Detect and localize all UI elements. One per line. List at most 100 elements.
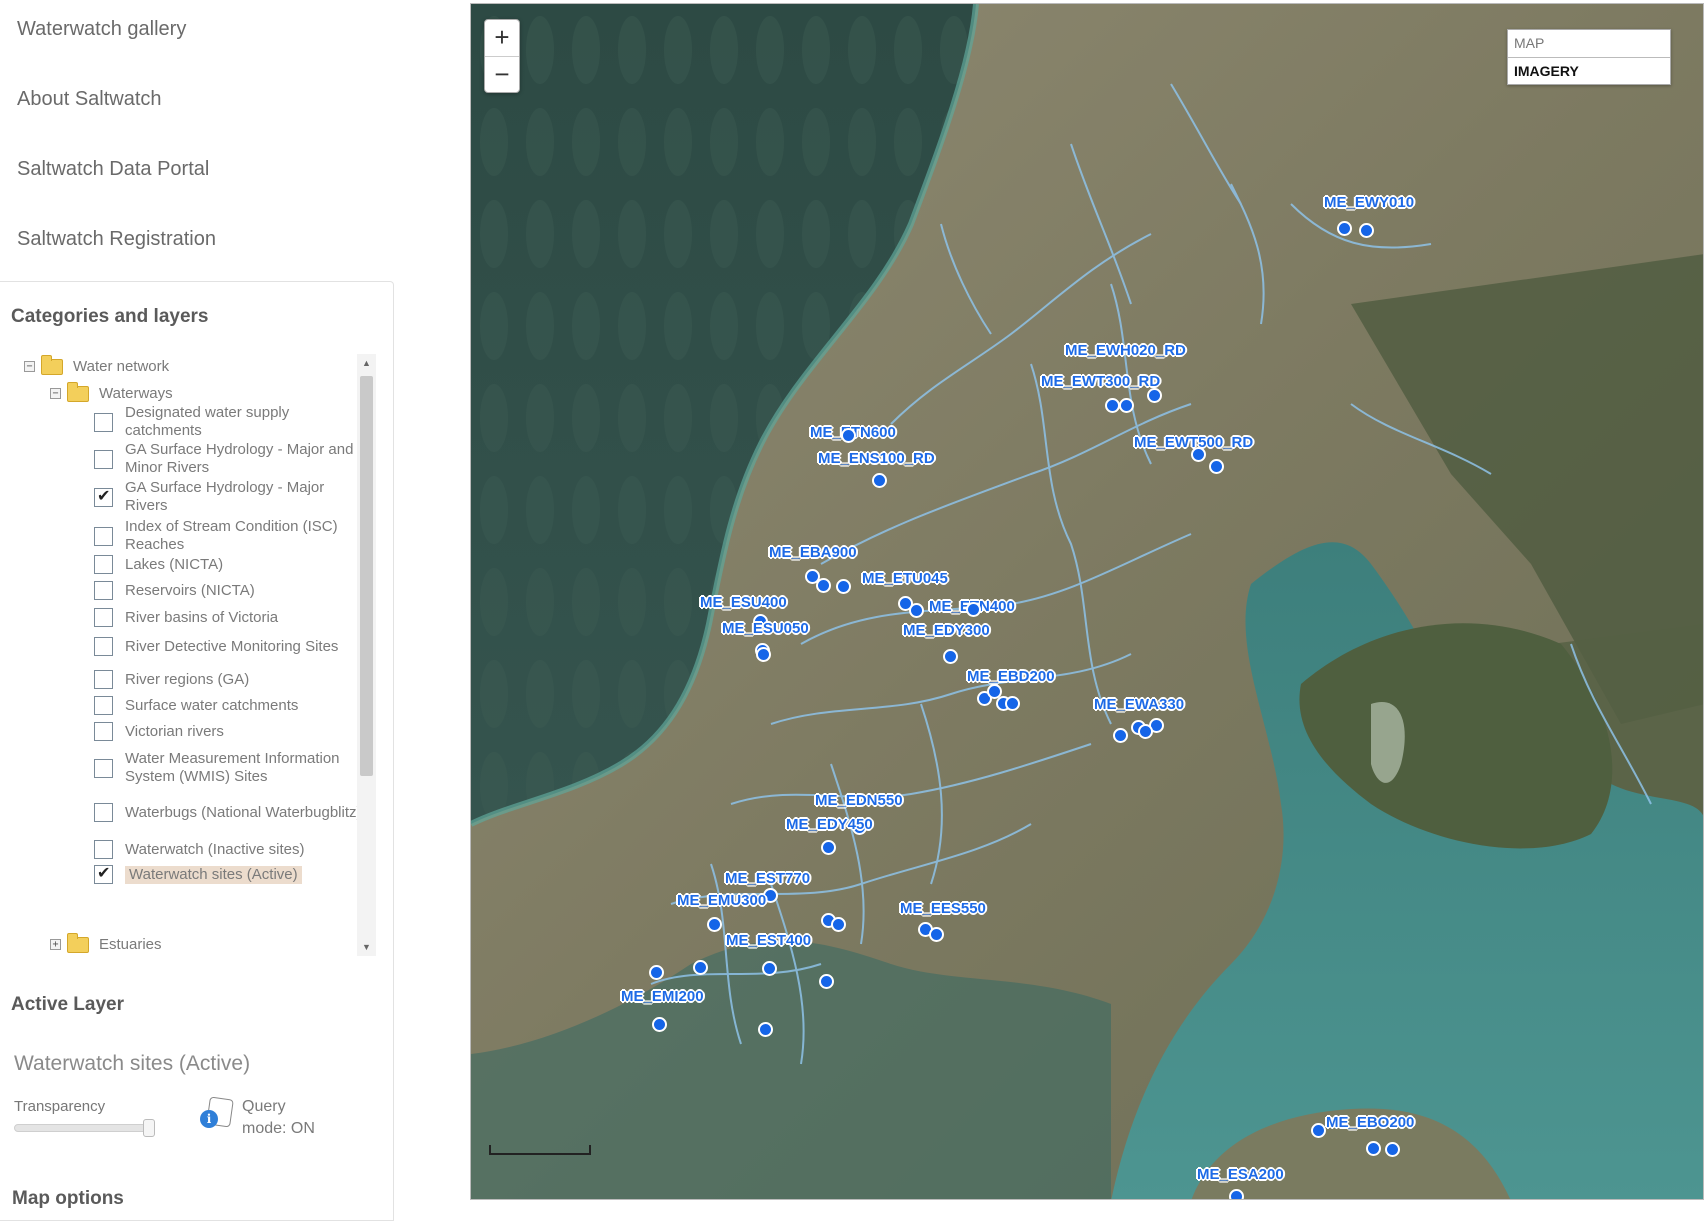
transparency-slider[interactable] xyxy=(14,1119,155,1137)
layer-checkbox[interactable] xyxy=(94,637,113,656)
site-label[interactable]: ME_ESA200 xyxy=(1197,1166,1284,1183)
site-marker[interactable] xyxy=(821,840,836,855)
layer-checkbox[interactable] xyxy=(94,670,113,689)
site-marker[interactable] xyxy=(1005,696,1020,711)
site-marker[interactable] xyxy=(909,603,924,618)
layer-item[interactable]: GA Surface Hydrology - Major and Minor R… xyxy=(94,441,370,477)
site-label[interactable]: ME_EWT300_RD xyxy=(1041,373,1160,390)
site-marker[interactable] xyxy=(929,927,944,942)
site-marker[interactable] xyxy=(1147,388,1162,403)
site-marker[interactable] xyxy=(1105,398,1120,413)
site-marker[interactable] xyxy=(831,917,846,932)
basemap-option-imagery[interactable]: IMAGERY xyxy=(1508,57,1670,84)
layer-checkbox[interactable] xyxy=(94,412,113,432)
site-label[interactable]: ME_EES550 xyxy=(900,900,986,917)
site-marker[interactable] xyxy=(693,960,708,975)
layer-item[interactable]: Waterwatch sites (Active) xyxy=(94,863,370,884)
layer-item[interactable]: Waterwatch (Inactive sites) xyxy=(94,840,370,859)
site-label[interactable]: ME_EBD200 xyxy=(967,668,1055,685)
layer-checkbox[interactable] xyxy=(94,526,113,546)
site-marker[interactable] xyxy=(816,578,831,593)
site-marker[interactable] xyxy=(966,602,981,617)
site-marker[interactable] xyxy=(1113,728,1128,743)
site-marker[interactable] xyxy=(836,579,851,594)
layer-checkbox[interactable] xyxy=(94,863,113,884)
site-label[interactable]: ME_EDY450 xyxy=(786,816,873,833)
layer-checkbox[interactable] xyxy=(94,803,113,822)
site-label[interactable]: ME_EST400 xyxy=(726,932,811,949)
layer-checkbox[interactable] xyxy=(94,696,113,715)
layer-item[interactable]: Reservoirs (NICTA) xyxy=(94,581,370,600)
layer-item[interactable]: Waterbugs (National Waterbugblitz) xyxy=(94,803,370,822)
basemap-option-map[interactable]: MAP xyxy=(1508,30,1670,57)
slider-handle[interactable] xyxy=(143,1119,155,1137)
layer-checkbox[interactable] xyxy=(94,722,113,741)
layer-checkbox[interactable] xyxy=(94,449,113,469)
nav-about-saltwatch[interactable]: About Saltwatch xyxy=(17,88,162,111)
tree-group-estuaries[interactable]: + Estuaries xyxy=(50,932,162,953)
site-label[interactable]: ME_ESU400 xyxy=(700,594,787,611)
site-marker[interactable] xyxy=(652,1017,667,1032)
site-label[interactable]: ME_EDY300 xyxy=(903,622,990,639)
site-marker[interactable] xyxy=(1359,223,1374,238)
layer-item[interactable]: Designated water supply catchments xyxy=(94,404,370,440)
layer-checkbox[interactable] xyxy=(94,581,113,600)
site-label[interactable]: ME_ENS100_RD xyxy=(818,450,935,467)
layer-item[interactable]: Water Measurement Information System (WM… xyxy=(94,750,370,786)
scroll-up-icon[interactable]: ▲ xyxy=(357,354,376,372)
site-marker[interactable] xyxy=(1311,1123,1326,1138)
site-label[interactable]: ME_EDN550 xyxy=(815,792,903,809)
layer-tree-scrollbar[interactable]: ▲ ▼ xyxy=(357,354,376,956)
query-info-icon[interactable]: i xyxy=(200,1096,234,1130)
site-marker[interactable] xyxy=(1191,447,1206,462)
layer-checkbox[interactable] xyxy=(94,486,113,507)
site-label[interactable]: ME_EMU300 xyxy=(677,892,766,909)
collapse-icon[interactable]: − xyxy=(50,388,61,399)
map-view[interactable]: + − MAP IMAGERY ME_EWY010 ME_EWH020_RD ME_… xyxy=(470,3,1704,1200)
layer-item[interactable]: River Detective Monitoring Sites xyxy=(94,637,370,656)
site-marker[interactable] xyxy=(1119,398,1134,413)
expand-icon[interactable]: + xyxy=(50,939,61,950)
site-marker[interactable] xyxy=(1385,1142,1400,1157)
layer-checkbox[interactable] xyxy=(94,840,113,859)
nav-saltwatch-data-portal[interactable]: Saltwatch Data Portal xyxy=(17,158,209,181)
site-label[interactable]: ME_EST770 xyxy=(725,870,810,887)
layer-item[interactable]: Surface water catchments xyxy=(94,696,370,715)
layer-item[interactable]: River basins of Victoria xyxy=(94,608,370,627)
site-marker[interactable] xyxy=(762,961,777,976)
site-label[interactable]: ME_EBA900 xyxy=(769,544,857,561)
layer-item[interactable]: GA Surface Hydrology - Major Rivers xyxy=(94,479,370,515)
site-marker[interactable] xyxy=(758,1022,773,1037)
site-marker[interactable] xyxy=(707,917,722,932)
site-marker[interactable] xyxy=(1209,459,1224,474)
site-label[interactable]: ME_ETU045 xyxy=(862,570,948,587)
site-label[interactable]: ME_ESU050 xyxy=(722,620,809,637)
tree-group-waterways[interactable]: − Waterways xyxy=(50,381,173,402)
zoom-out-button[interactable]: − xyxy=(485,56,519,92)
site-marker[interactable] xyxy=(943,649,958,664)
site-label[interactable]: ME_EWA330 xyxy=(1094,696,1184,713)
site-marker[interactable] xyxy=(1366,1141,1381,1156)
site-marker[interactable] xyxy=(819,974,834,989)
layer-checkbox[interactable] xyxy=(94,758,113,778)
site-label[interactable]: ME_EBO200 xyxy=(1326,1114,1414,1131)
site-marker[interactable] xyxy=(1229,1189,1244,1199)
nav-saltwatch-registration[interactable]: Saltwatch Registration xyxy=(17,228,216,251)
site-marker[interactable] xyxy=(649,965,664,980)
layer-item[interactable]: River regions (GA) xyxy=(94,670,370,689)
nav-waterwatch-gallery[interactable]: Waterwatch gallery xyxy=(17,18,186,41)
site-marker[interactable] xyxy=(1337,221,1352,236)
layer-checkbox[interactable] xyxy=(94,555,113,574)
collapse-icon[interactable]: − xyxy=(24,361,35,372)
tree-group-water-network[interactable]: − Water network xyxy=(24,354,169,375)
site-marker[interactable] xyxy=(756,647,771,662)
query-mode-toggle[interactable]: i Query mode: ON xyxy=(200,1096,332,1140)
site-label[interactable]: ME_EWH020_RD xyxy=(1065,342,1186,359)
site-marker[interactable] xyxy=(987,684,1002,699)
layer-item[interactable]: Index of Stream Condition (ISC) Reaches xyxy=(94,518,370,554)
layer-item[interactable]: Victorian rivers xyxy=(94,722,370,741)
site-marker[interactable] xyxy=(841,428,856,443)
layer-item[interactable]: Lakes (NICTA) xyxy=(94,555,370,574)
layer-checkbox[interactable] xyxy=(94,608,113,627)
site-marker[interactable] xyxy=(872,473,887,488)
